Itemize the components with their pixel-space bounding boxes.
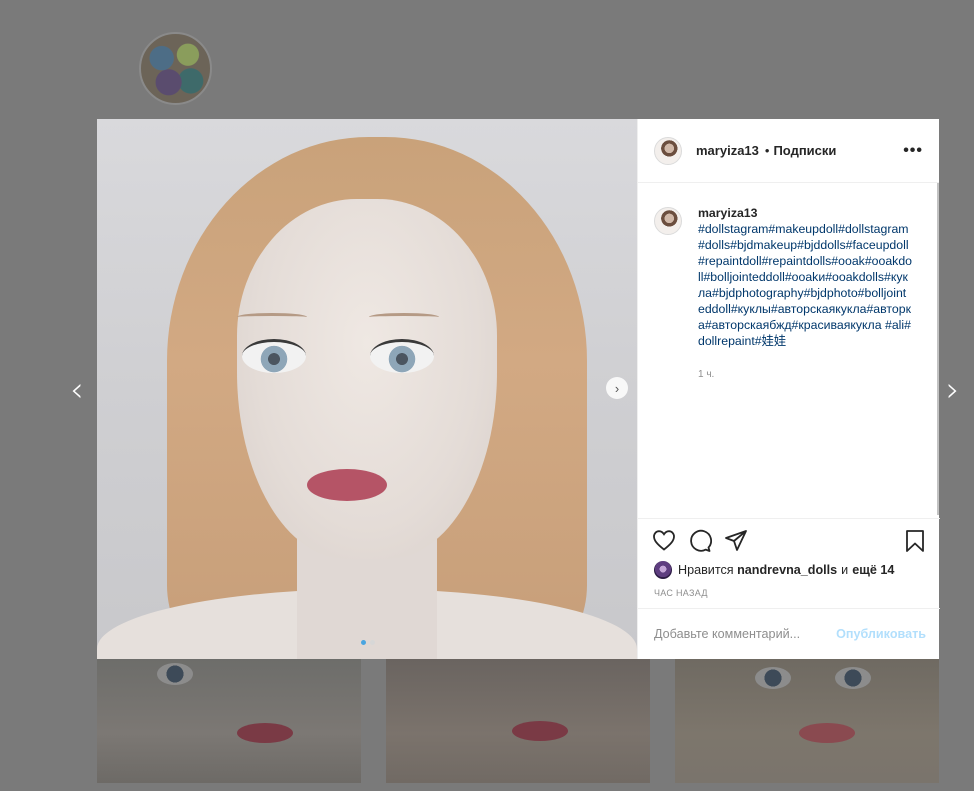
next-post-button[interactable]: ›: [946, 373, 960, 407]
image-detail: [370, 339, 434, 373]
heart-icon[interactable]: [652, 529, 676, 556]
caption: maryiza13 #dollstagram#makeupdoll#dollst…: [638, 183, 939, 383]
liker-avatar[interactable]: [654, 561, 672, 579]
caption-username-link[interactable]: maryiza13: [698, 205, 912, 221]
header-separator: •: [764, 143, 770, 158]
image-detail: [237, 199, 497, 559]
caption-hashtags[interactable]: #dollstagram#makeupdoll#dollstagram#doll…: [698, 221, 912, 349]
bookmark-icon[interactable]: [904, 529, 926, 558]
likes-conjunction: и: [841, 563, 849, 577]
carousel-next-button[interactable]: ›: [606, 377, 628, 399]
profile-avatar: [139, 32, 212, 105]
post-timestamp[interactable]: ЧАС НАЗАД: [654, 588, 708, 598]
image-detail: [242, 339, 306, 373]
post-side-panel: maryiza13 • Подписки ••• maryiza13 #doll…: [637, 119, 940, 659]
image-detail: [369, 313, 439, 321]
author-avatar[interactable]: [654, 136, 682, 165]
thumbnail-image-detail: [512, 721, 568, 741]
grid-thumbnail[interactable]: [675, 659, 939, 783]
comments-scrollbar[interactable]: [937, 183, 939, 515]
grid-thumbnail[interactable]: [386, 659, 650, 783]
comment-icon[interactable]: [688, 529, 712, 558]
following-button[interactable]: Подписки: [773, 143, 836, 158]
image-detail: [237, 313, 307, 321]
carousel-indicator: [361, 640, 375, 645]
post-image[interactable]: [97, 119, 637, 659]
thumbnail-image-detail: [799, 723, 855, 743]
thumbnail-image-detail: [755, 667, 791, 689]
image-detail: [307, 469, 387, 501]
paper-plane-icon[interactable]: [724, 529, 748, 558]
likes-prefix: Нравится: [678, 563, 734, 577]
caption-timestamp: 1 ч.: [698, 369, 715, 380]
comment-input[interactable]: [654, 627, 837, 641]
thumbnail-image-detail: [237, 723, 293, 743]
author-username-link[interactable]: maryiza13: [696, 143, 759, 158]
carousel-dot-active: [361, 640, 366, 645]
previous-post-button[interactable]: ‹: [70, 373, 84, 407]
grid-thumbnail[interactable]: [97, 659, 361, 783]
post-header: maryiza13 • Подписки •••: [638, 119, 939, 183]
thumbnail-image-detail: [835, 667, 871, 689]
carousel-dot: [370, 640, 375, 645]
more-options-icon[interactable]: •••: [903, 142, 923, 160]
action-bar: [638, 518, 940, 566]
liker-username-link[interactable]: nandrevna_dolls: [737, 563, 837, 577]
more-likes-link[interactable]: ещё 14: [852, 563, 894, 577]
caption-author-avatar[interactable]: [654, 207, 682, 235]
thumbnail-image-detail: [157, 663, 193, 685]
likes-summary: Нравится nandrevna_dolls и ещё 14: [654, 561, 894, 579]
comment-form: Опубликовать: [638, 608, 940, 659]
publish-comment-button[interactable]: Опубликовать: [836, 627, 926, 641]
